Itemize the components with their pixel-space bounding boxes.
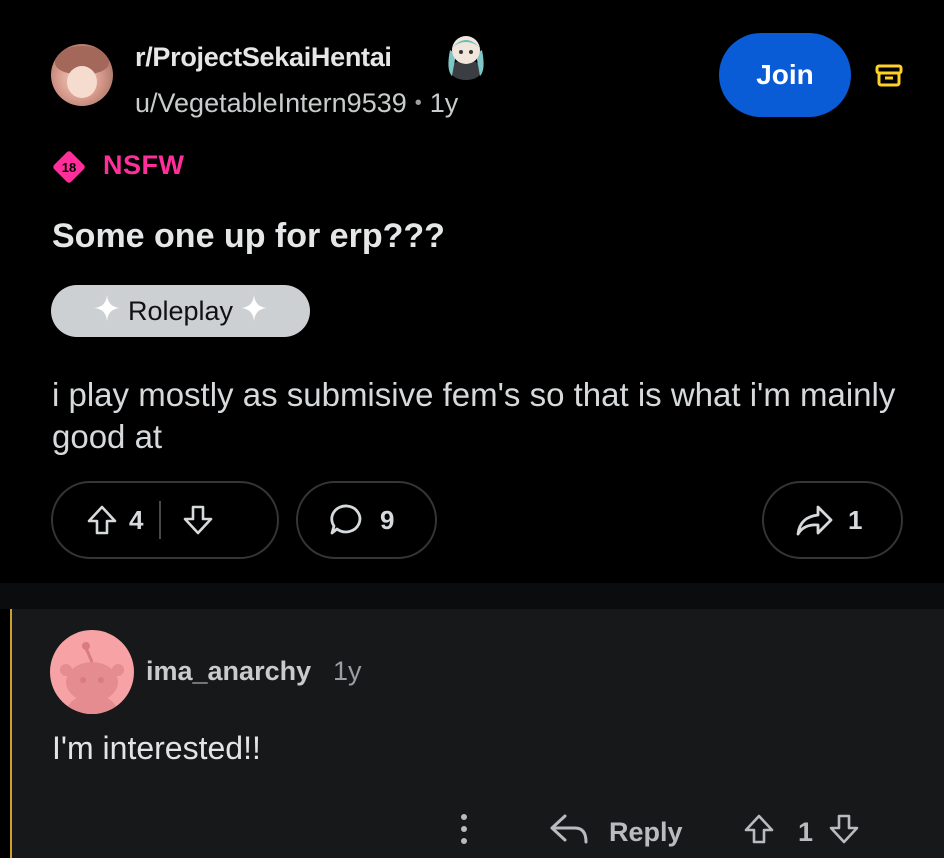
meta-separator: •	[414, 92, 422, 114]
comment-count: 9	[380, 504, 395, 535]
thread-line[interactable]	[10, 609, 12, 858]
mod-archive-icon[interactable]	[874, 60, 904, 90]
comments-button[interactable]: 9	[296, 481, 437, 559]
nsfw-badge-number: 18	[62, 160, 76, 175]
sparkle-icon	[92, 293, 122, 330]
comment-vote-bar: 1	[742, 806, 861, 858]
reply-label: Reply	[609, 816, 683, 847]
section-divider	[0, 583, 944, 609]
downvote-icon[interactable]	[181, 503, 215, 537]
subreddit-avatar[interactable]	[51, 44, 113, 106]
author-name[interactable]: u/VegetableIntern9539	[135, 88, 407, 118]
comment-vote-count: 1	[798, 816, 814, 847]
post-meta: u/VegetableIntern9539 • 1y	[135, 88, 458, 119]
more-options-button[interactable]	[452, 806, 476, 858]
comment-upvote-icon[interactable]	[742, 812, 776, 853]
comment-age: 1y	[333, 656, 362, 686]
flair-label: Roleplay	[127, 295, 234, 326]
reply-button[interactable]: Reply	[549, 806, 683, 858]
share-arrow-icon	[794, 502, 834, 538]
vote-bar: 4	[51, 481, 279, 559]
reply-arrow-icon	[549, 812, 589, 853]
sparkle-icon	[239, 293, 269, 330]
avatar-face	[67, 66, 97, 98]
post-flair[interactable]: Roleplay	[51, 285, 310, 337]
subreddit-name[interactable]: r/ProjectSekaiHentai	[135, 42, 392, 73]
comment-bubble-icon	[328, 501, 366, 539]
upvote-icon[interactable]	[85, 503, 119, 537]
vote-divider	[159, 501, 162, 539]
mascot-icon	[440, 30, 492, 82]
snoo-avatar[interactable]	[50, 630, 134, 714]
nsfw-label: NSFW	[103, 150, 185, 180]
upvote-count: 4	[129, 504, 144, 535]
comment-downvote-icon[interactable]	[827, 812, 861, 853]
share-count: 1	[848, 504, 863, 535]
post-age: 1y	[429, 88, 459, 118]
post-title[interactable]: Some one up for erp???	[52, 217, 445, 256]
nsfw-18-icon: 18	[52, 150, 86, 184]
join-button[interactable]: Join	[719, 33, 851, 117]
comment-text: I'm interested!!	[52, 730, 261, 766]
post-body: i play mostly as submisive fem's so that…	[52, 376, 896, 455]
share-button[interactable]: 1	[762, 481, 903, 559]
comment-author[interactable]: ima_anarchy	[146, 656, 311, 687]
more-vertical-icon	[452, 809, 476, 856]
